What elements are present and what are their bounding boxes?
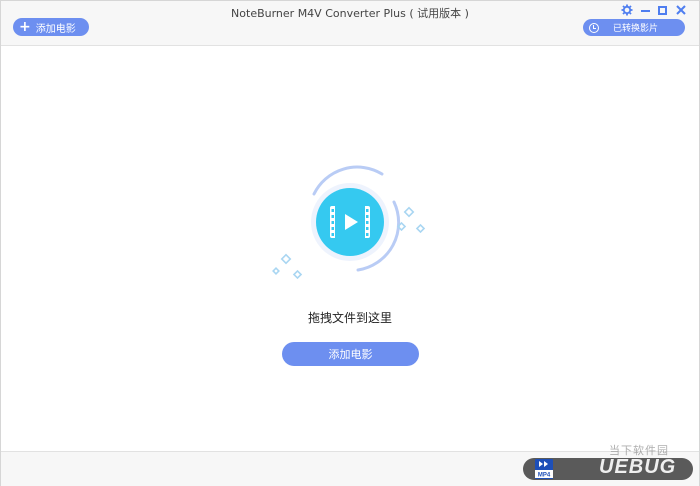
plus-icon: + [19, 19, 31, 35]
window-controls [621, 4, 687, 16]
converted-videos-button[interactable]: 已转换影片 [583, 19, 685, 36]
format-badge: MP4 [538, 473, 551, 479]
add-movie-button[interactable]: 添加电影 [282, 342, 419, 366]
app-window: NoteBurner M4V Converter Plus ( 试用版本 ) +… [0, 0, 700, 486]
drop-area[interactable]: 拖拽文件到这里 添加电影 [1, 47, 699, 451]
close-icon[interactable] [675, 4, 687, 16]
maximize-icon[interactable] [658, 6, 667, 15]
footer-bar: MP4 当下软件园 UEBUG [1, 445, 699, 486]
minimize-icon[interactable] [641, 10, 650, 12]
add-movie-label: 添加电影 [35, 23, 76, 35]
gear-icon[interactable] [621, 4, 633, 16]
site-watermark: 当下软件园 UEBUG [599, 445, 699, 486]
title-bar: NoteBurner M4V Converter Plus ( 试用版本 ) +… [1, 1, 699, 46]
watermark-en: UEBUG [599, 456, 677, 478]
video-drop-illustration [272, 165, 426, 280]
clock-icon [589, 22, 599, 33]
add-movie-button-top[interactable]: + 添加电影 [13, 18, 89, 36]
converted-label: 已转换影片 [613, 24, 659, 34]
film-play-icon [330, 206, 370, 238]
mp4-file-icon: MP4 [535, 459, 553, 479]
drop-prompt: 拖拽文件到这里 [307, 311, 392, 325]
